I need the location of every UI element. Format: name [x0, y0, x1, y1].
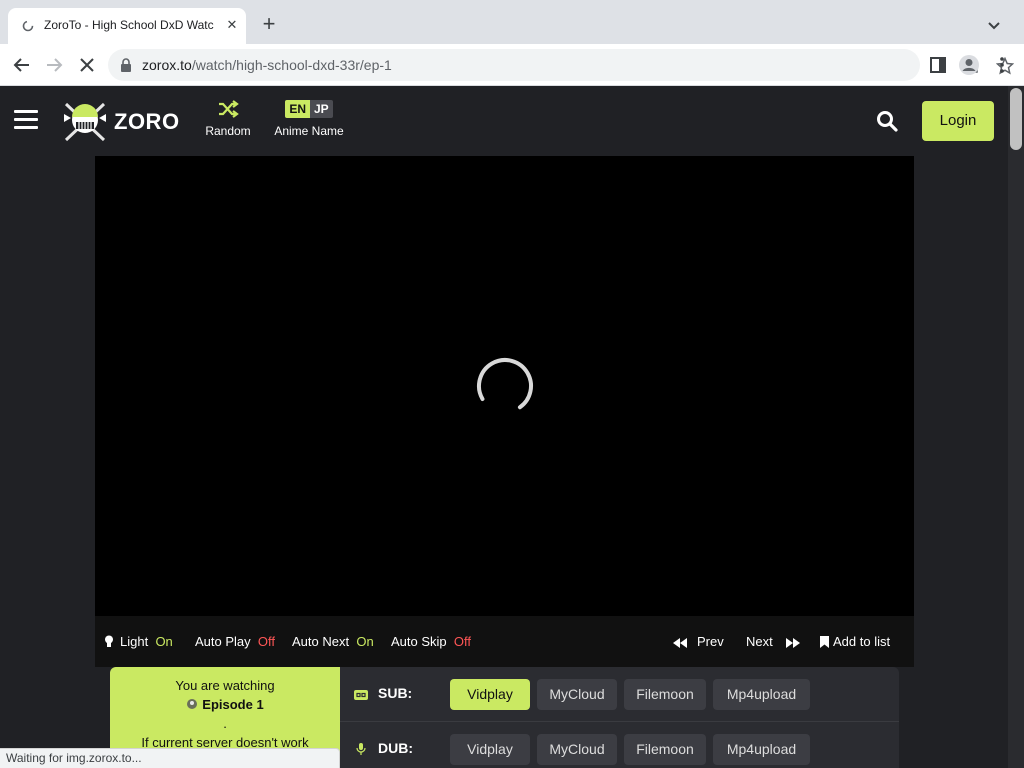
rewind-icon: [673, 638, 687, 648]
site-header: ZORO Random EN JP Anime Name Login: [0, 86, 1008, 156]
page: ZORO Random EN JP Anime Name Login Light…: [0, 86, 1008, 768]
url-text[interactable]: zorox.to/watch/high-school-dxd-33r/ep-1: [142, 57, 392, 73]
loading-spinner-icon: [477, 358, 533, 414]
search-icon[interactable]: [876, 110, 898, 132]
browser-tabstrip: ZoroTo - High School DxD Watch Online ✕ …: [0, 0, 1024, 44]
scrollbar-thumb[interactable]: [1010, 88, 1022, 150]
watching-text: You are watching: [175, 678, 275, 693]
tab-close-icon[interactable]: ✕: [224, 17, 240, 33]
dub-label: DUB:: [354, 740, 413, 756]
shuffle-icon: [219, 100, 239, 118]
side-panel-icon[interactable]: [927, 54, 949, 76]
random-button[interactable]: Random: [200, 100, 256, 138]
lightbulb-icon: [105, 635, 113, 647]
autoplay-state: Off: [257, 634, 275, 649]
prev-episode-button[interactable]: Prev: [673, 634, 724, 649]
tab-title: ZoroTo - High School DxD Watch Online: [44, 18, 214, 32]
browser-menu-icon[interactable]: [991, 54, 1013, 76]
autonext-toggle[interactable]: Auto Next On: [292, 634, 374, 649]
new-tab-icon[interactable]: +: [258, 13, 280, 36]
autonext-state: On: [356, 634, 374, 649]
profile-avatar-icon[interactable]: [958, 54, 980, 76]
autoskip-state: Off: [453, 634, 471, 649]
light-toggle[interactable]: Light On: [104, 634, 173, 649]
sub-server-vidplay[interactable]: Vidplay: [450, 679, 530, 710]
add-to-list-button[interactable]: Add to list: [820, 634, 890, 649]
page-scrollbar[interactable]: [1008, 86, 1024, 768]
loading-favicon-icon: [22, 20, 34, 32]
address-bar[interactable]: zorox.to/watch/high-school-dxd-33r/ep-1: [108, 49, 1014, 81]
light-state: On: [155, 634, 173, 649]
site-logo[interactable]: ZORO: [62, 98, 182, 146]
sub-server-mycloud[interactable]: MyCloud: [537, 679, 617, 710]
player-controls: Light On Auto Play Off Auto Next On Auto…: [95, 616, 914, 667]
tab-search-chevron-icon[interactable]: [984, 16, 1004, 36]
video-player[interactable]: [95, 156, 914, 616]
dub-server-filemoon[interactable]: Filemoon: [624, 734, 706, 765]
dub-server-vidplay[interactable]: Vidplay: [450, 734, 530, 765]
sub-server-mp4upload[interactable]: Mp4upload: [713, 679, 810, 710]
zoro-mascot-icon: [64, 102, 106, 142]
sub-server-filemoon[interactable]: Filemoon: [624, 679, 706, 710]
watching-separator: .: [223, 716, 227, 731]
status-bar: Waiting for img.zorox.to...: [0, 748, 340, 768]
hamburger-menu-icon[interactable]: [14, 110, 38, 130]
login-button[interactable]: Login: [922, 101, 994, 141]
language-toggle[interactable]: EN JP Anime Name: [268, 100, 350, 138]
lang-en-option[interactable]: EN: [285, 100, 310, 118]
back-arrow-icon[interactable]: [11, 54, 33, 76]
lang-switch[interactable]: EN JP: [285, 100, 333, 118]
dub-server-mp4upload[interactable]: Mp4upload: [713, 734, 810, 765]
bookmark-icon: [820, 636, 829, 648]
sub-label: SUB:: [354, 685, 412, 701]
browser-tab[interactable]: ZoroTo - High School DxD Watch Online ✕: [8, 8, 246, 44]
episode-thumbnail-icon: [187, 699, 198, 709]
next-episode-button[interactable]: Next: [746, 634, 801, 649]
fast-forward-icon: [786, 638, 801, 648]
microphone-icon: [356, 743, 366, 755]
sub-server-row: SUB: Vidplay MyCloud Filemoon Mp4upload: [340, 667, 899, 722]
dub-server-mycloud[interactable]: MyCloud: [537, 734, 617, 765]
dub-server-row: DUB: Vidplay MyCloud Filemoon Mp4upload: [340, 722, 899, 768]
browser-toolbar: zorox.to/watch/high-school-dxd-33r/ep-1: [0, 44, 1024, 86]
lang-label: Anime Name: [274, 124, 344, 138]
autoskip-toggle[interactable]: Auto Skip Off: [391, 634, 471, 649]
forward-arrow-icon[interactable]: [43, 54, 65, 76]
logo-text: ZORO: [114, 109, 180, 134]
closed-caption-icon: [354, 690, 368, 700]
current-episode: Episode 1: [110, 695, 340, 714]
autoplay-toggle[interactable]: Auto Play Off: [195, 634, 275, 649]
lock-icon[interactable]: [120, 58, 132, 72]
random-label: Random: [205, 124, 251, 138]
lang-jp-option[interactable]: JP: [309, 100, 333, 118]
stop-loading-icon[interactable]: [76, 54, 98, 76]
